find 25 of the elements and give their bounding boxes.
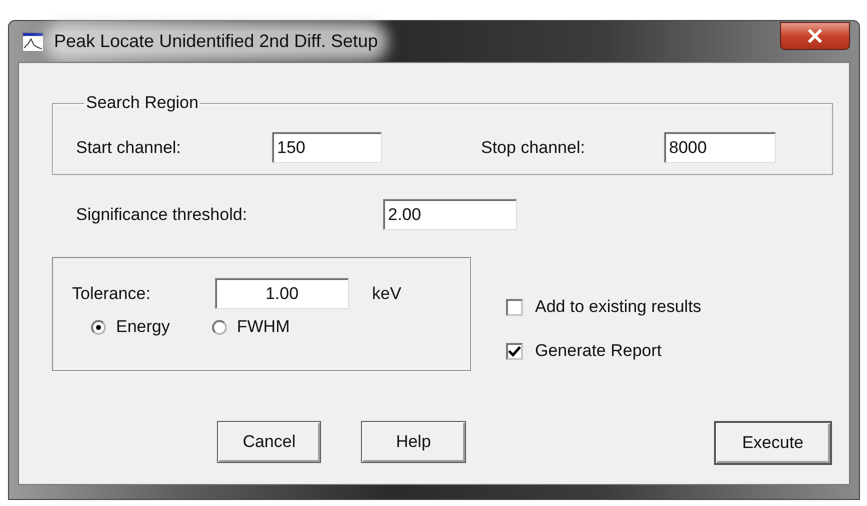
field-label: Significance threshold: xyxy=(76,204,248,224)
checkbox-icon[interactable] xyxy=(506,342,523,360)
group-title: Search Region xyxy=(85,93,200,113)
radio-option[interactable]: Energy xyxy=(91,317,170,337)
tolerance-field[interactable]: 1.00 xyxy=(215,278,349,309)
checkbox-option[interactable]: Add to existing results xyxy=(506,297,702,317)
dialog-button[interactable]: Help xyxy=(361,421,466,463)
dialog-button[interactable]: Execute xyxy=(714,421,832,465)
checkbox-option[interactable]: Generate Report xyxy=(506,341,702,361)
field-label: Tolerance: xyxy=(72,284,152,304)
unit-label: keV xyxy=(372,284,402,304)
window-title: Peak Locate Unidentified 2nd Diff. Setup xyxy=(54,31,378,52)
dialog-button[interactable]: Cancel xyxy=(217,421,322,463)
field-label: Start channel: xyxy=(76,138,182,158)
channel-field[interactable]: 8000 xyxy=(664,132,776,163)
radio-icon[interactable] xyxy=(212,320,227,334)
close-icon xyxy=(807,28,823,42)
close-button[interactable] xyxy=(780,22,850,50)
checkbox-icon[interactable] xyxy=(506,298,523,316)
channel-field[interactable]: 150 xyxy=(272,132,382,163)
threshold-field[interactable]: 2.00 xyxy=(383,199,517,230)
peak-chart-icon xyxy=(22,32,44,52)
radio-option[interactable]: FWHM xyxy=(212,317,290,337)
radio-icon[interactable] xyxy=(91,320,106,334)
field-label: Stop channel: xyxy=(481,138,586,158)
